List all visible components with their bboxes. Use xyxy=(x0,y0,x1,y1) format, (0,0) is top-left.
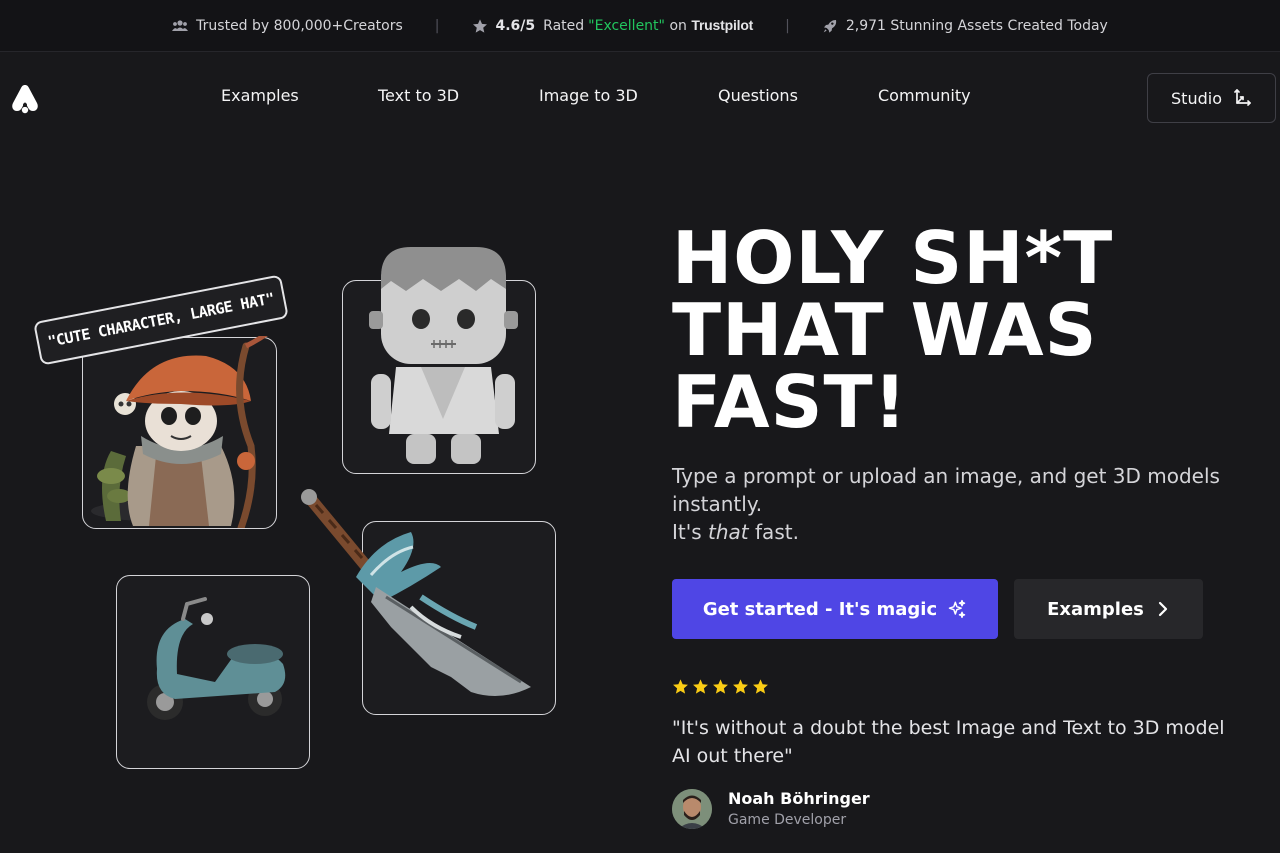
examples-label: Examples xyxy=(1047,598,1144,620)
gallery-card-wizard[interactable] xyxy=(82,336,277,529)
separator: | xyxy=(434,17,440,34)
nav-link-examples[interactable]: Examples xyxy=(221,86,299,105)
star-icon xyxy=(713,679,728,694)
hero-title-line: HOLY SH*T xyxy=(672,216,1114,300)
main-navigation: Examples Text to 3D Image to 3D Question… xyxy=(0,53,1280,141)
examples-button[interactable]: Examples xyxy=(1014,579,1203,639)
author-name: Noah Böhringer xyxy=(728,789,870,808)
subtitle-it: It's xyxy=(672,520,702,544)
hero-title-line: FAST! xyxy=(672,360,908,444)
rating-stat: 4.6/5 Rated "Excellent" on Trustpilot xyxy=(472,17,753,34)
hero-subtitle: Type a prompt or upload an image, and ge… xyxy=(672,462,1242,546)
rated-value: "Excellent" xyxy=(588,18,665,34)
testimonial-quote: "It's without a doubt the best Image and… xyxy=(672,717,1225,767)
rocket-icon xyxy=(823,19,837,33)
hero-title: HOLY SH*T THAT WAS FAST! xyxy=(672,222,1232,438)
studio-button[interactable]: Studio xyxy=(1147,73,1276,123)
nav-link-community[interactable]: Community xyxy=(878,86,971,105)
sword-model-image xyxy=(301,489,531,696)
gallery-card-sword[interactable] xyxy=(301,489,556,715)
rating-stars xyxy=(672,678,769,695)
assets-text: 2,971 Stunning Assets Created Today xyxy=(845,17,1108,34)
nav-link-image-to-3d[interactable]: Image to 3D xyxy=(539,86,638,105)
star-icon xyxy=(693,679,708,694)
nav-link-text-to-3d[interactable]: Text to 3D xyxy=(378,86,459,105)
nav-link-questions[interactable]: Questions xyxy=(718,86,798,105)
star-icon xyxy=(673,679,688,694)
star-icon xyxy=(733,679,748,694)
studio-label: Studio xyxy=(1171,88,1222,108)
users-icon xyxy=(172,19,189,31)
hero-title-line: THAT WAS xyxy=(672,288,1098,372)
subtitle-that: that xyxy=(708,520,749,544)
subtitle-fast: fast. xyxy=(755,520,799,544)
author-photo xyxy=(672,789,712,829)
hero-subtitle-line: It's that fast. xyxy=(672,518,1242,546)
author-role: Game Developer xyxy=(728,812,847,828)
scooter-model-image xyxy=(147,597,286,720)
rated-on: on xyxy=(669,18,687,34)
axis-arrows-icon xyxy=(1234,89,1251,106)
assets-stat: 2,971 Stunning Assets Created Today xyxy=(822,18,1108,34)
frankenstein-model-image xyxy=(369,247,518,464)
rated-prefix: Rated xyxy=(543,17,585,34)
chevron-right-icon xyxy=(1158,601,1167,617)
brand-logo-icon[interactable] xyxy=(10,83,40,115)
get-started-label: Get started - It's magic xyxy=(702,598,938,620)
trustpilot-link[interactable]: Trustpilot xyxy=(691,17,753,33)
gallery-card-frankenstein[interactable] xyxy=(342,247,536,474)
star-icon xyxy=(472,18,487,33)
hero-subtitle-line: Type a prompt or upload an image, and ge… xyxy=(672,464,1220,516)
creators-stat: Trusted by 800,000+Creators xyxy=(172,18,403,34)
top-announcement-bar: Trusted by 800,000+Creators | 4.6/5 Rate… xyxy=(0,0,1280,52)
creators-text: Trusted by 800,000+Creators xyxy=(196,17,403,34)
get-started-button[interactable]: Get started - It's magic xyxy=(672,579,998,639)
star-icon xyxy=(753,679,768,694)
separator: | xyxy=(785,17,790,34)
rating-score: 4.6/5 xyxy=(495,17,536,34)
sparkles-icon xyxy=(948,599,966,619)
avatar xyxy=(672,789,712,829)
gallery-card-scooter[interactable] xyxy=(116,575,310,769)
wizard-model-image xyxy=(91,336,268,528)
